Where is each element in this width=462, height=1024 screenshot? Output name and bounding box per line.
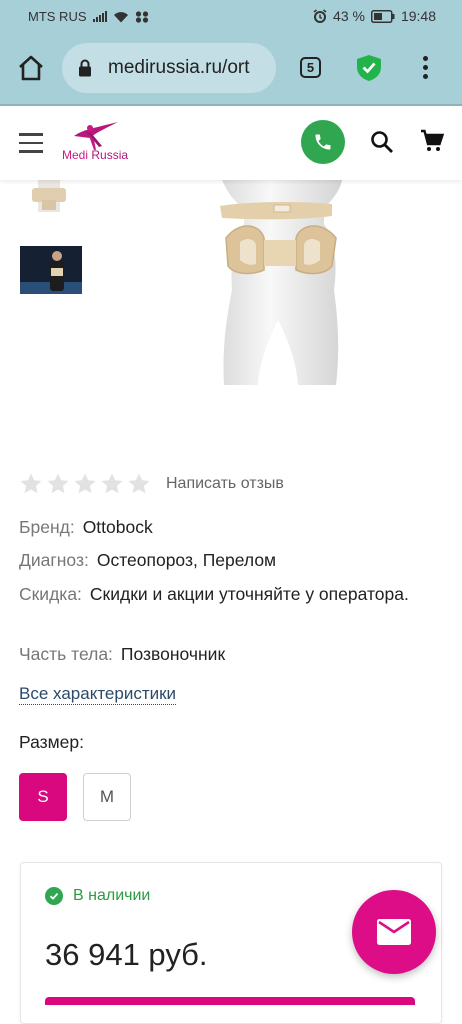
site-logo[interactable]: Medi Russia xyxy=(60,120,140,170)
spec-brand: Бренд: Ottobock xyxy=(19,514,439,541)
contact-mail-button[interactable] xyxy=(352,890,436,974)
logo-text: Medi Russia xyxy=(62,148,128,162)
size-title: Размер: xyxy=(19,732,85,752)
write-review-link[interactable]: Написать отзыв xyxy=(166,475,284,493)
site-header: Medi Russia xyxy=(0,106,462,180)
spec-value: Позвоночник xyxy=(120,644,226,664)
spec-label: Скидка: xyxy=(19,584,82,604)
tab-switcher-button[interactable]: 5 xyxy=(300,57,321,78)
battery-percent: 43 % xyxy=(333,8,365,24)
hamburger-icon[interactable] xyxy=(19,133,43,159)
address-bar[interactable]: medirussia.ru/ort xyxy=(62,43,276,93)
add-to-cart-button[interactable] xyxy=(45,997,415,1005)
star-icon[interactable] xyxy=(127,472,151,496)
call-button[interactable] xyxy=(301,120,345,164)
browser-toolbar: medirussia.ru/ort 5 xyxy=(0,32,462,106)
carrier-name: MTS RUS xyxy=(28,9,87,24)
availability-status: В наличии xyxy=(45,887,150,905)
status-bar: MTS RUS 43 % 19:48 xyxy=(0,0,462,32)
spec-value: Остеопороз, Перелом xyxy=(96,550,277,570)
wifi-icon xyxy=(113,11,128,22)
clock: 19:48 xyxy=(400,8,436,24)
spec-value: Скидки и акции уточняйте у оператора. xyxy=(89,584,409,604)
availability-text: В наличии xyxy=(73,887,151,904)
shield-icon[interactable] xyxy=(356,54,382,82)
star-icon[interactable] xyxy=(100,472,124,496)
thumbnail-image xyxy=(20,180,80,214)
spec-body-part: Часть тела: Позвоночник xyxy=(19,641,439,668)
spec-label: Диагноз: xyxy=(19,550,89,570)
alarm-icon xyxy=(313,9,327,23)
star-icon[interactable] xyxy=(73,472,97,496)
star-icon[interactable] xyxy=(46,472,70,496)
search-icon[interactable] xyxy=(370,130,394,154)
notification-icon xyxy=(135,10,148,23)
rating-row: Написать отзыв xyxy=(19,472,284,496)
signal-icon xyxy=(92,11,107,22)
home-icon[interactable] xyxy=(16,53,46,83)
size-option-s[interactable]: S xyxy=(19,773,67,821)
battery-icon xyxy=(370,9,395,23)
product-image-mannequin xyxy=(220,180,342,385)
size-option-m[interactable]: M xyxy=(83,773,131,821)
check-icon xyxy=(45,887,63,905)
logo-text-medi: Medi xyxy=(62,148,89,162)
cart-icon[interactable] xyxy=(420,129,444,153)
status-right: 43 % 19:48 xyxy=(313,8,436,24)
product-main-image[interactable] xyxy=(200,180,360,390)
url-text: medirussia.ru/ort xyxy=(108,57,250,78)
spec-diagnosis: Диагноз: Остеопороз, Перелом xyxy=(19,547,439,574)
thumbnail-image xyxy=(20,246,82,294)
mail-icon xyxy=(377,919,411,945)
all-specs-link[interactable]: Все характеристики xyxy=(19,684,177,705)
product-price: 36 941 руб. xyxy=(45,937,208,972)
logo-text-russia: Russia xyxy=(91,148,129,162)
lock-icon xyxy=(79,59,91,77)
star-icon[interactable] xyxy=(19,472,43,496)
status-left: MTS RUS xyxy=(28,9,149,24)
phone-icon xyxy=(315,134,331,150)
product-thumbnail-1[interactable] xyxy=(20,180,80,214)
spec-value: Ottobock xyxy=(82,517,153,537)
spec-discount: Скидка: Скидки и акции уточняйте у операт… xyxy=(19,581,439,608)
spec-label: Часть тела: xyxy=(19,644,113,664)
more-menu-icon[interactable] xyxy=(418,54,432,82)
spec-label: Бренд: xyxy=(19,517,75,537)
product-thumbnail-2[interactable] xyxy=(20,246,82,294)
